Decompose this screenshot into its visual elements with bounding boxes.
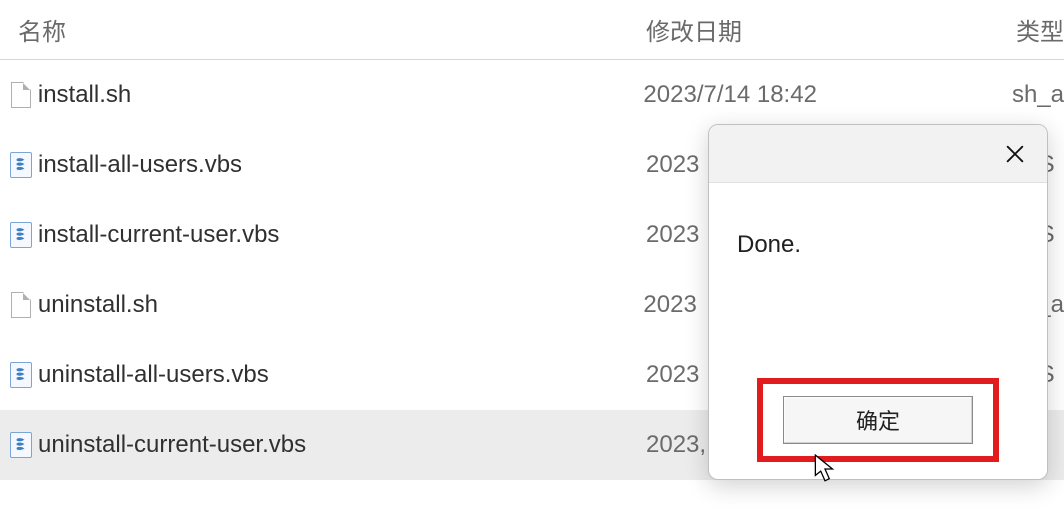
- file-name: install-all-users.vbs: [38, 151, 640, 179]
- dialog-titlebar: [709, 125, 1047, 183]
- column-header-date[interactable]: 修改日期: [640, 12, 1012, 47]
- plain-file-icon: [0, 82, 38, 108]
- file-name: uninstall-all-users.vbs: [38, 361, 640, 389]
- plain-file-icon: [0, 292, 38, 318]
- column-header-type[interactable]: 类型: [1012, 12, 1064, 47]
- message-dialog: Done. 确定: [708, 124, 1048, 480]
- vbs-file-icon: [0, 432, 38, 458]
- ok-button[interactable]: 确定: [783, 396, 973, 444]
- vbs-file-icon: [0, 222, 38, 248]
- file-date: 2023/7/14 18:42: [637, 81, 1008, 109]
- file-type: sh_a: [1008, 81, 1064, 109]
- file-name: install-current-user.vbs: [38, 221, 640, 249]
- table-row[interactable]: install.sh2023/7/14 18:42sh_a: [0, 60, 1064, 130]
- file-name: uninstall-current-user.vbs: [38, 431, 640, 459]
- ok-button-highlight: 确定: [757, 378, 999, 462]
- column-header-name[interactable]: 名称: [0, 12, 640, 47]
- dialog-message: Done.: [709, 183, 1047, 361]
- dialog-footer: 确定: [709, 361, 1047, 479]
- close-icon[interactable]: [993, 134, 1037, 174]
- file-name: install.sh: [38, 81, 638, 109]
- vbs-file-icon: [0, 362, 38, 388]
- column-header-row: 名称 修改日期 类型: [0, 0, 1064, 60]
- vbs-file-icon: [0, 152, 38, 178]
- file-name: uninstall.sh: [38, 291, 638, 319]
